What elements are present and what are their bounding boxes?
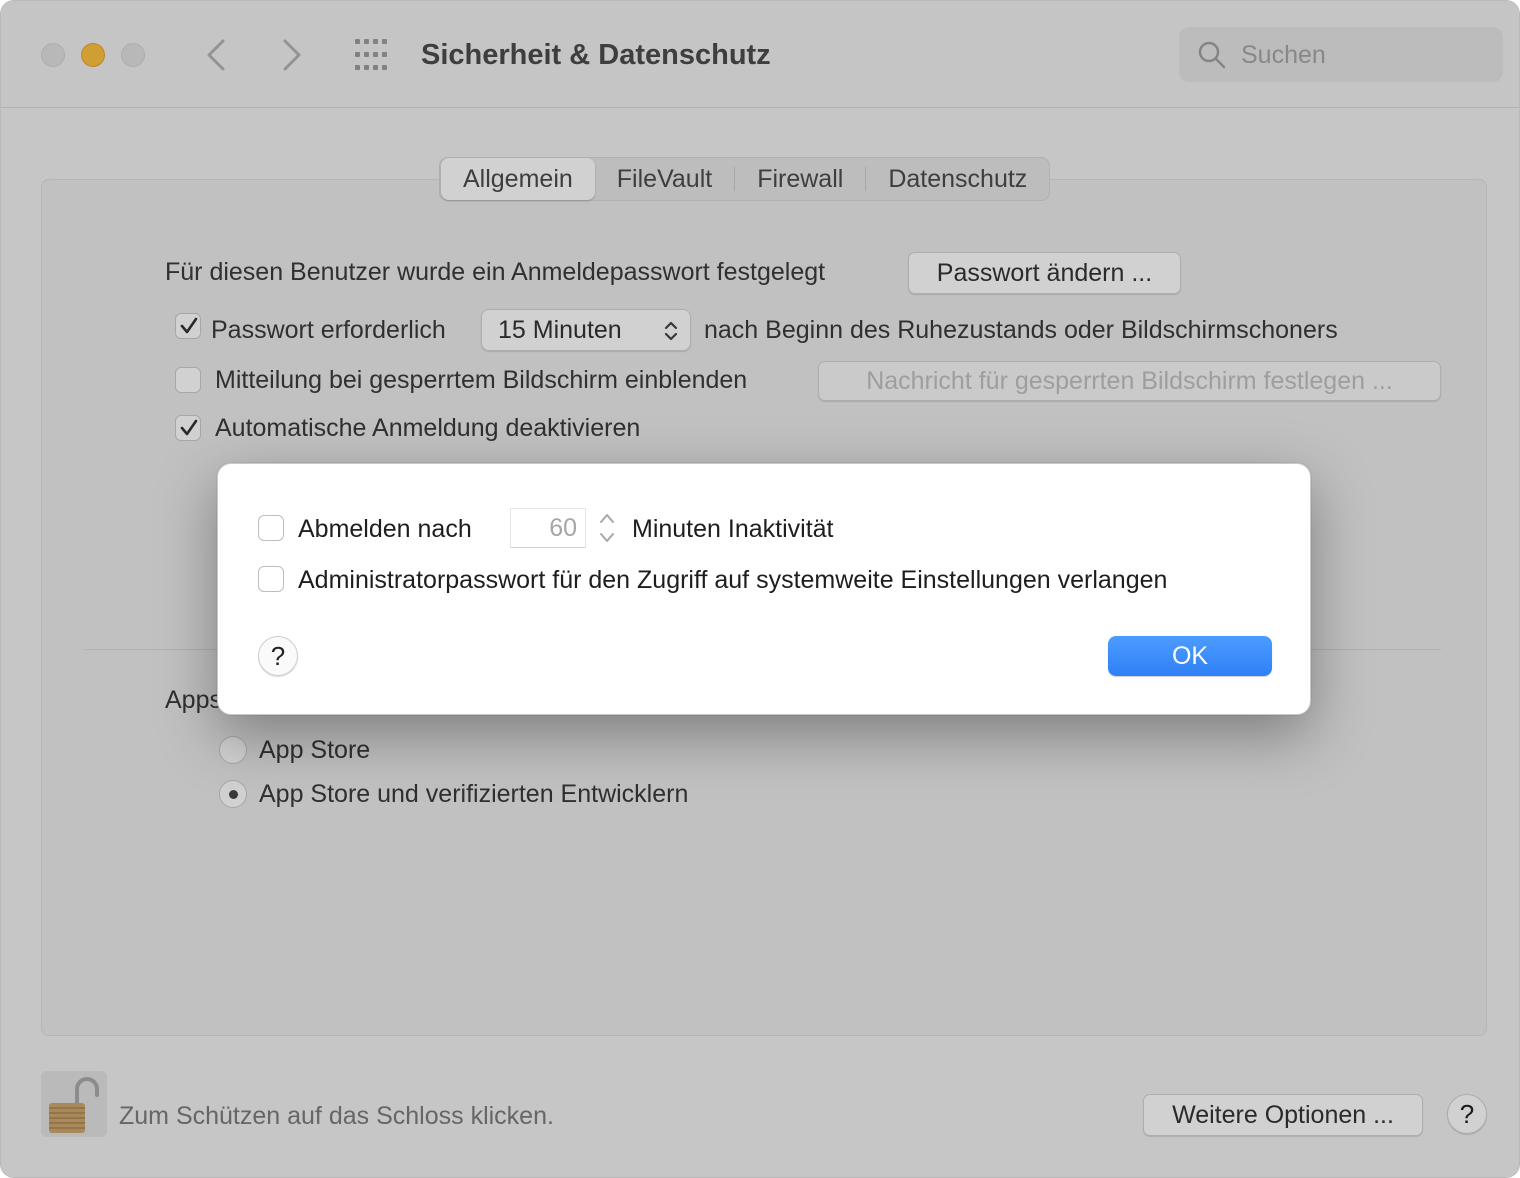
logout-suffix: Minuten Inaktivität	[632, 515, 834, 543]
logout-checkbox[interactable]	[258, 515, 284, 541]
admin-password-label: Administratorpasswort für den Zugriff au…	[298, 566, 1168, 594]
logout-minutes-field[interactable]: 60	[510, 508, 586, 548]
logout-label: Abmelden nach	[298, 515, 472, 543]
sheet-help-button[interactable]: ?	[258, 636, 298, 676]
admin-password-checkbox[interactable]	[258, 566, 284, 592]
system-preferences-window: Sicherheit & Datenschutz Allgemein FileV…	[0, 0, 1520, 1178]
stepper-arrows-icon[interactable]	[594, 508, 620, 548]
advanced-settings-sheet: Abmelden nach 60 Minuten Inaktivität Adm…	[217, 463, 1311, 715]
ok-button[interactable]: OK	[1108, 636, 1272, 676]
